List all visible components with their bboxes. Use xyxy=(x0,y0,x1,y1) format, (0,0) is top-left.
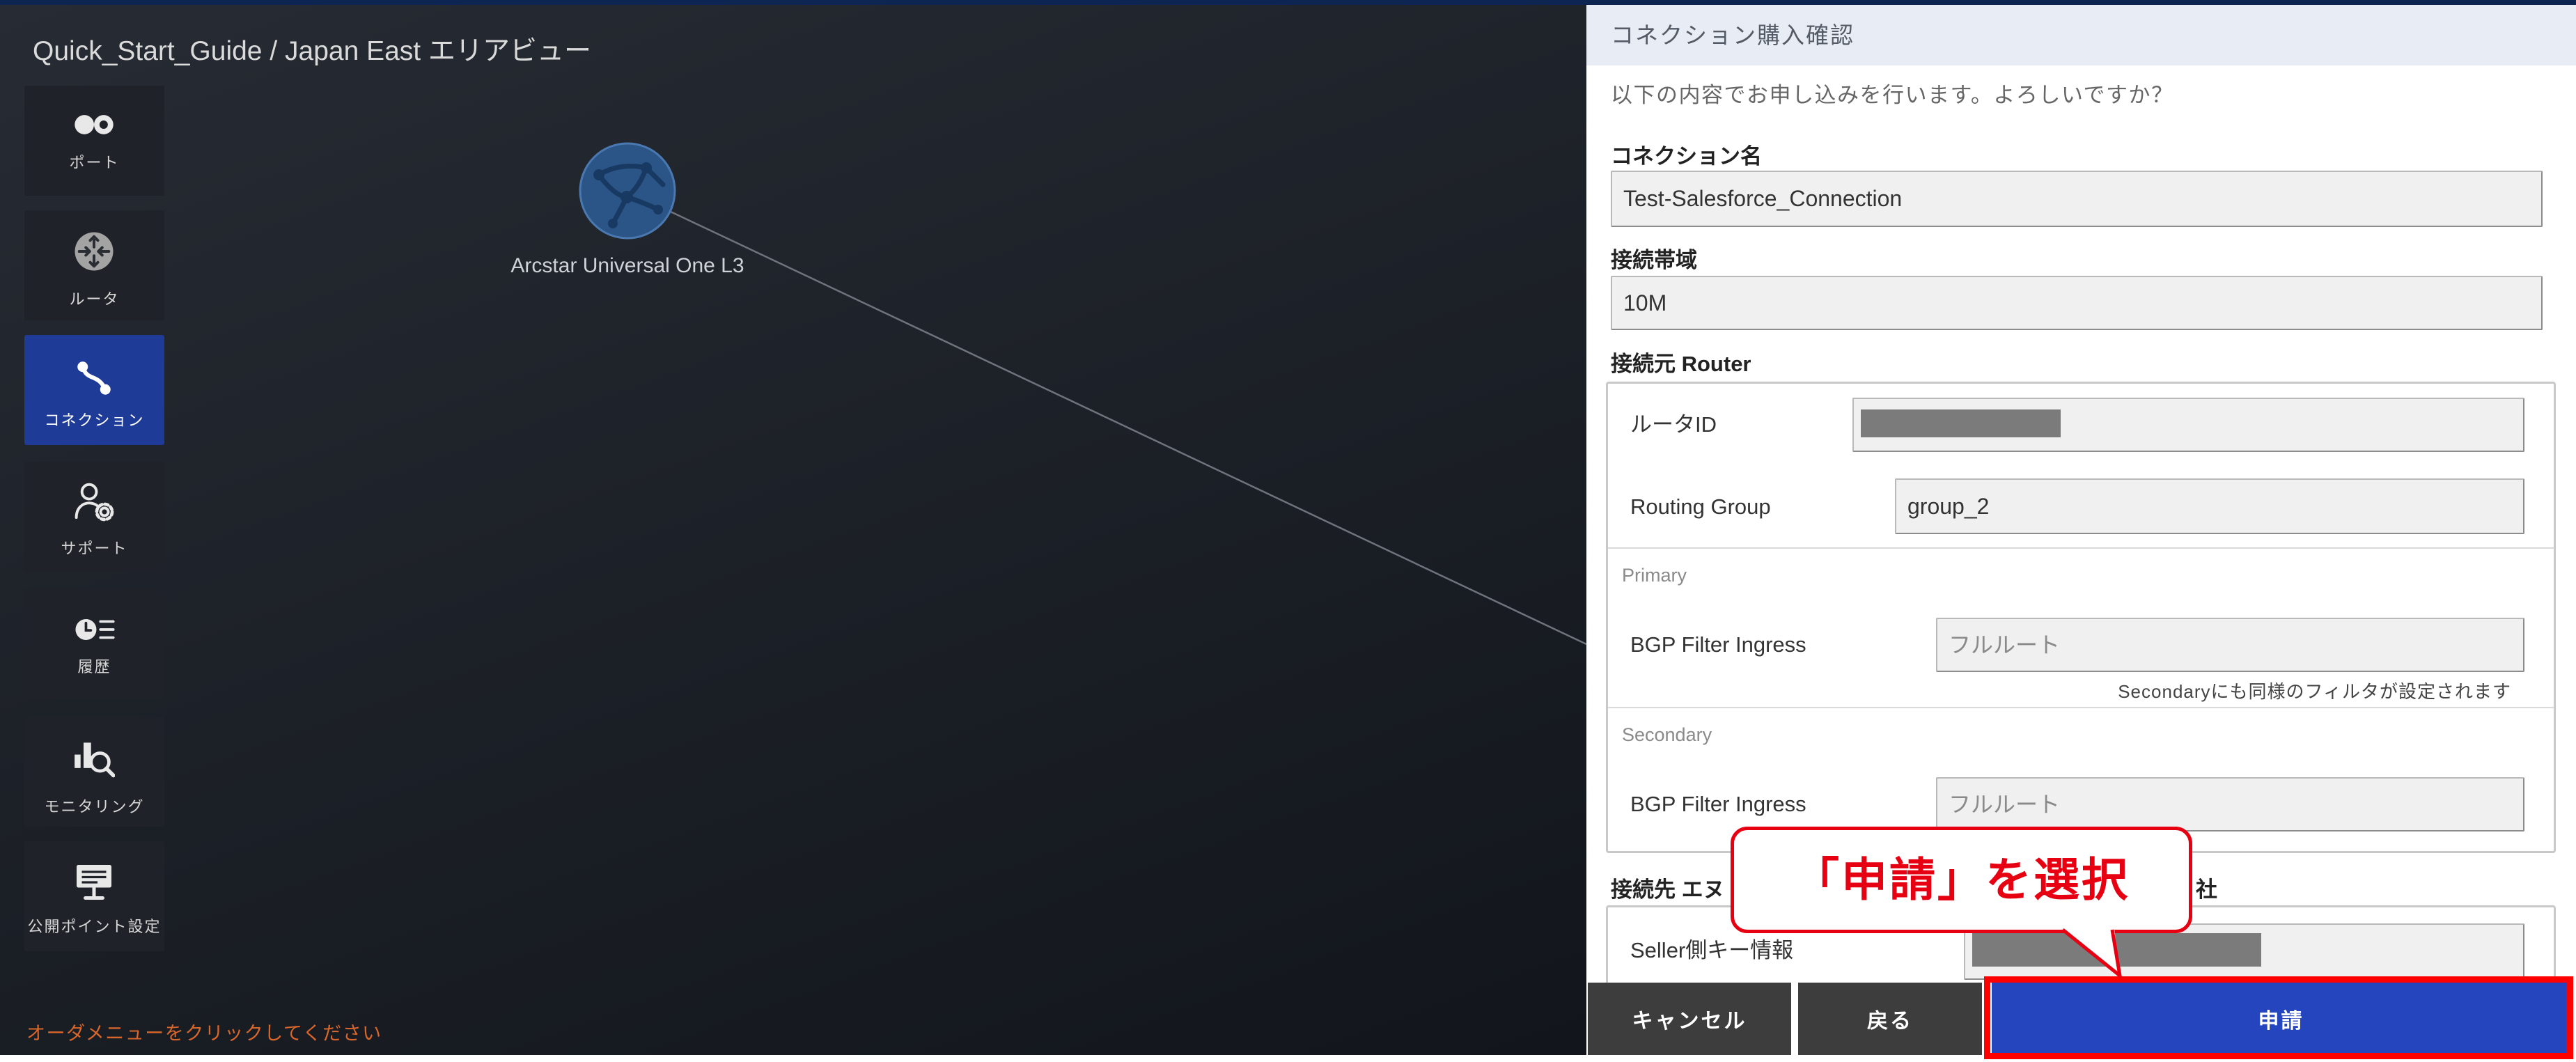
nav-item-label: 公開ポイント設定 xyxy=(27,918,162,935)
nav-item-label: コネクション xyxy=(44,412,145,429)
nav-item-connection[interactable]: コネクション xyxy=(24,335,164,445)
nav-item-support[interactable]: サポート xyxy=(24,462,164,572)
destination-label: 接続先 エヌ xyxy=(1611,877,1725,902)
seller-key-label: Seller側キー情報 xyxy=(1630,938,1794,962)
nav-item-history[interactable]: 履歴 xyxy=(24,588,164,698)
nav-item-router[interactable]: ルータ xyxy=(24,210,164,320)
public-point-settings-icon xyxy=(77,865,111,900)
bandwidth-label: 接続帯域 xyxy=(1611,248,1697,272)
source-router-label: 接続元 Router xyxy=(1611,352,1751,376)
nav-item-label: サポート xyxy=(61,540,128,557)
back-button[interactable]: 戻る xyxy=(1798,983,1982,1055)
primary-heading: Primary xyxy=(1622,565,1687,586)
secondary-heading: Secondary xyxy=(1622,724,1712,745)
redacted-value xyxy=(1861,409,2061,437)
submit-highlight-frame xyxy=(1984,976,2573,1059)
connection-name-label: コネクション名 xyxy=(1611,144,1762,169)
support-icon xyxy=(75,483,114,522)
routing-group-field[interactable] xyxy=(1895,478,2524,534)
area-view-canvas[interactable]: Quick_Start_Guide / Japan East エリアビュー ポー… xyxy=(0,0,1586,1055)
nav-item-port[interactable]: ポート xyxy=(24,86,164,196)
monitoring-icon xyxy=(75,742,115,778)
instruction-callout: 「申請」を選択 xyxy=(1731,827,2192,933)
nav-item-label: ポート xyxy=(69,154,120,171)
bgp-filter-note: Secondaryにも同様のフィルタが設定されます xyxy=(2118,681,2511,702)
history-icon xyxy=(75,619,115,640)
bandwidth-field[interactable] xyxy=(1611,276,2543,330)
confirm-message: 以下の内容でお申し込みを行います。よろしいですか？ xyxy=(1611,83,2174,107)
connection-icon xyxy=(77,361,111,395)
source-router-group: ルータID Routing Group Primary BGP Filter I… xyxy=(1606,382,2556,853)
port-icon xyxy=(75,115,114,134)
callout-pointer xyxy=(2061,928,2123,978)
nav-item-label: ルータ xyxy=(69,290,120,308)
order-menu-hint: オーダメニューをクリックしてください xyxy=(26,1023,382,1044)
divider xyxy=(1608,547,2554,549)
connection-name-field[interactable] xyxy=(1611,171,2543,227)
divider xyxy=(1608,707,2554,708)
nav-item-monitoring[interactable]: モニタリング xyxy=(24,717,164,827)
router-id-label: ルータID xyxy=(1630,412,1717,437)
primary-bgp-filter-label: BGP Filter Ingress xyxy=(1630,632,1806,657)
destination-label-end: 社 xyxy=(2196,877,2217,902)
connection-link-line xyxy=(670,210,1586,646)
router-icon xyxy=(75,232,114,271)
secondary-bgp-filter-field[interactable] xyxy=(1936,777,2524,831)
primary-bgp-filter-field[interactable] xyxy=(1936,618,2524,672)
top-accent-bar xyxy=(0,0,2576,5)
panel-header: コネクション購入確認 xyxy=(1586,5,2576,65)
routing-group-label: Routing Group xyxy=(1630,494,1771,519)
nav-item-public-point-settings[interactable]: 公開ポイント設定 xyxy=(24,841,164,951)
nav-item-label: 履歴 xyxy=(77,658,111,676)
router-id-field[interactable] xyxy=(1852,398,2524,452)
network-globe-icon[interactable] xyxy=(578,141,677,240)
panel-title: コネクション購入確認 xyxy=(1611,22,1855,48)
cancel-button[interactable]: キャンセル xyxy=(1588,983,1791,1055)
nav-item-label: モニタリング xyxy=(44,798,145,815)
secondary-bgp-filter-label: BGP Filter Ingress xyxy=(1630,792,1806,816)
network-node-label: Arcstar Universal One L3 xyxy=(510,254,744,277)
